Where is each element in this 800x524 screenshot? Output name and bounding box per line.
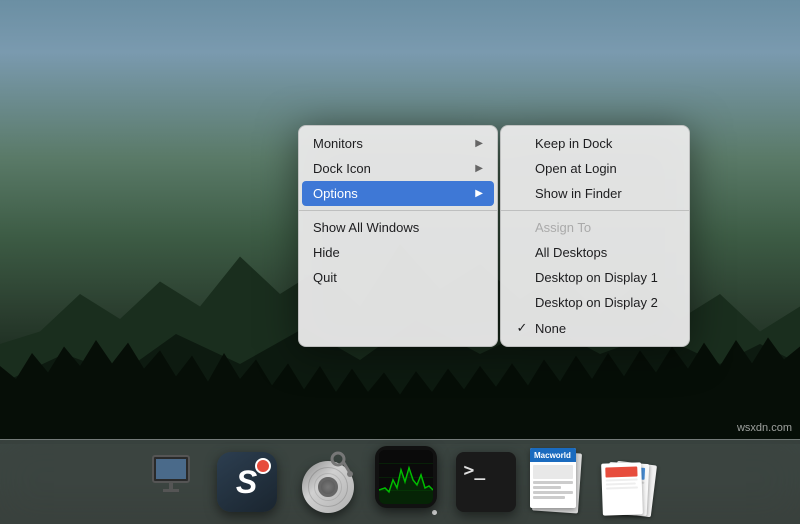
stethoscope-svg [328,451,356,479]
macworld-icon: Macworld [530,448,585,516]
submenu-keep-in-dock[interactable]: Keep in Dock [501,131,689,156]
activity-monitor-icon [375,446,437,508]
dock-icon-arrow: ▶ [475,163,483,174]
screen-sharing-icon [148,455,193,510]
submenu-none[interactable]: ✓ None [501,315,689,341]
submenu-options: Keep in Dock Open at Login Show in Finde… [500,125,690,347]
stacks-app-icon: S [217,452,277,512]
watermark: wsxdn.com [737,422,792,434]
terminal-prompt-text: >_ [464,460,486,481]
submenu-desktop-display-2[interactable]: Desktop on Display 2 [501,290,689,315]
dock-item-documents[interactable] [596,448,664,516]
menu-item-dock-icon[interactable]: Dock Icon ▶ [299,156,497,181]
submenu-desktop-display-1[interactable]: Desktop on Display 1 [501,265,689,290]
submenu-open-at-login[interactable]: Open at Login [501,156,689,181]
dock: S [0,439,800,524]
stacks-notification-dot [255,458,271,474]
dock-item-disk-utility[interactable] [289,446,361,518]
none-checkmark: ✓ [515,320,529,336]
menu-item-quit[interactable]: Quit [299,265,497,290]
dock-item-terminal[interactable]: >_ [452,448,520,516]
context-menu-container: Monitors ▶ Dock Icon ▶ Options ▶ Show Al… [298,125,690,347]
documents-stack-icon [602,450,657,515]
submenu-show-in-finder[interactable]: Show in Finder [501,181,689,206]
dock-item-macworld[interactable]: Macworld [528,445,588,520]
menu-item-hide[interactable]: Hide [299,240,497,265]
terminal-app-icon: >_ [456,452,516,512]
submenu-assign-to: Assign To [501,215,689,240]
stacks-letter: S [236,464,257,501]
menu-item-show-all[interactable]: Show All Windows [299,215,497,240]
activity-wave-svg [379,450,433,504]
submenu-separator-1 [501,210,689,211]
dock-item-activity-monitor[interactable] [369,445,444,520]
menu-item-monitors[interactable]: Monitors ▶ [299,131,497,156]
menu-separator-1 [299,210,497,211]
submenu-all-desktops[interactable]: All Desktops [501,240,689,265]
disk-utility-icon [294,451,356,513]
dock-item-screen-sharing[interactable] [137,448,205,516]
dock-item-stacks[interactable]: S [213,448,281,516]
monitors-arrow: ▶ [475,138,483,149]
options-arrow: ▶ [475,188,483,199]
activity-monitor-running-dot [432,510,437,515]
menu-item-options[interactable]: Options ▶ [302,181,494,206]
context-menu: Monitors ▶ Dock Icon ▶ Options ▶ Show Al… [298,125,498,347]
